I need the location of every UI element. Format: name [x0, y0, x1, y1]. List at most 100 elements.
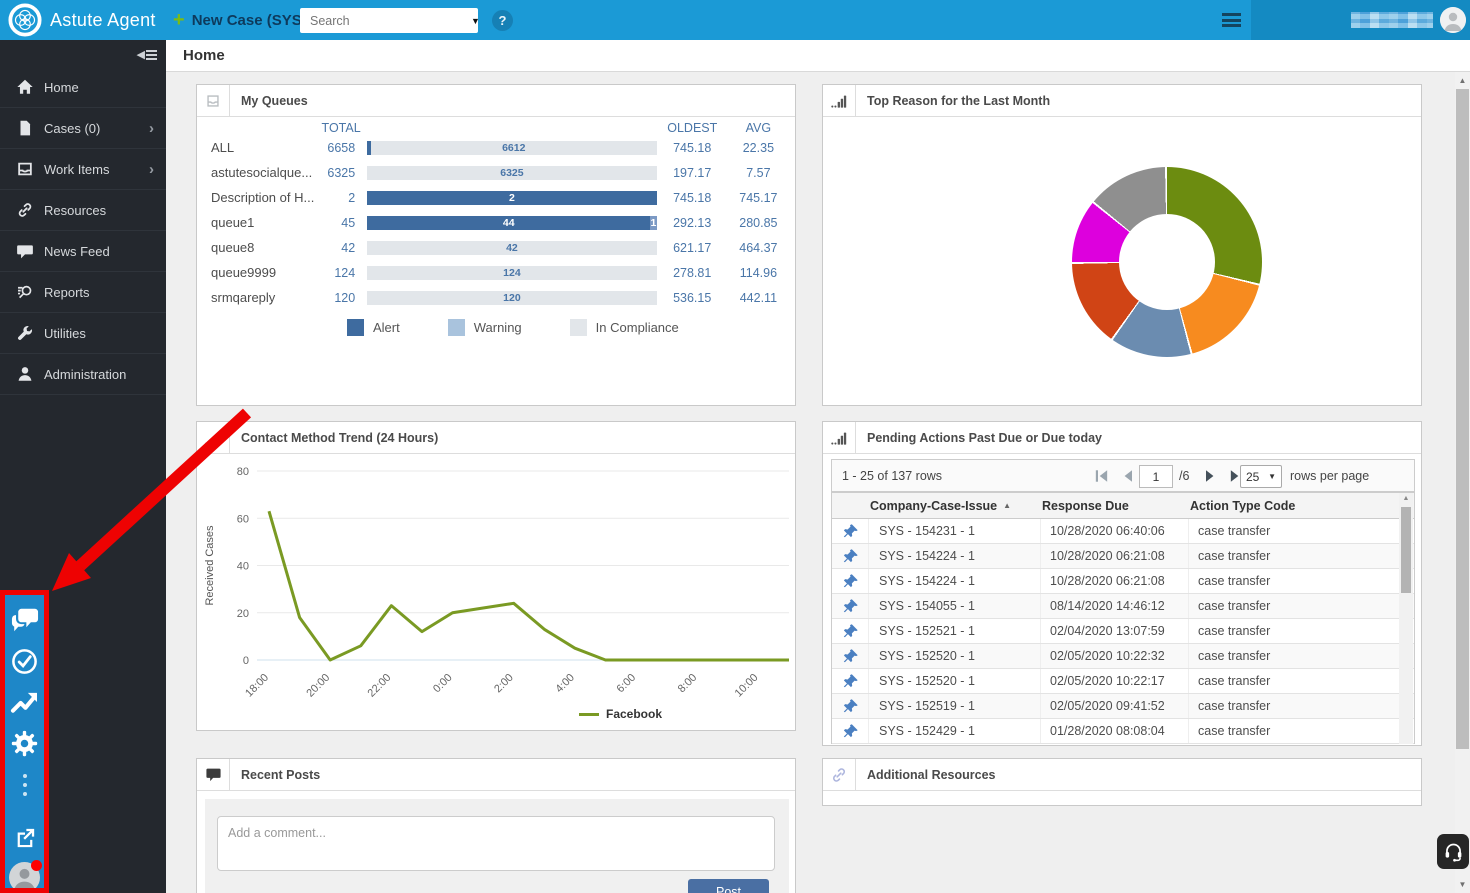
- home-icon: [16, 78, 34, 96]
- rows-per-page-select[interactable]: 25 ▼: [1240, 465, 1282, 488]
- sidebar-item-news-feed[interactable]: News Feed: [0, 231, 166, 272]
- pending-table: SYS - 154231 - 110/28/2020 06:40:06case …: [831, 519, 1415, 744]
- table-row[interactable]: SYS - 152521 - 102/04/2020 13:07:59case …: [832, 619, 1414, 644]
- queue-row[interactable]: queue84242621.17464.37: [211, 235, 789, 260]
- scroll-up-icon[interactable]: ▲: [1399, 495, 1413, 502]
- cell-response-due: 01/28/2020 08:08:04: [1041, 719, 1189, 743]
- column-action-type-code[interactable]: Action Type Code: [1190, 499, 1414, 513]
- pushpin-icon[interactable]: [832, 619, 869, 643]
- help-icon[interactable]: ?: [492, 10, 513, 31]
- queue-row[interactable]: Description of H...22745.18745.17: [211, 185, 789, 210]
- queue-row[interactable]: ALL66586612745.1822.35: [211, 135, 789, 160]
- pushpin-icon[interactable]: [832, 544, 869, 568]
- pending-actions-panel: Pending Actions Past Due or Due today 1 …: [822, 421, 1422, 746]
- table-row[interactable]: SYS - 154224 - 110/28/2020 06:21:08case …: [832, 569, 1414, 594]
- cell-response-due: 08/14/2020 14:46:12: [1041, 594, 1189, 618]
- recent-posts-header: Recent Posts: [197, 759, 795, 791]
- queue-row[interactable]: queue145441292.13280.85: [211, 210, 789, 235]
- sidebar-item-home[interactable]: Home: [0, 67, 166, 108]
- pushpin-icon[interactable]: [832, 519, 869, 543]
- app-window: Astute Agent + New Case (SYS) ▼ ▼ ? Home…: [0, 0, 1470, 893]
- queue-bar: 42: [367, 241, 656, 255]
- queue-oldest: 745.18: [657, 191, 728, 205]
- sidebar-item-administration[interactable]: Administration: [0, 354, 166, 395]
- table-row[interactable]: SYS - 154224 - 110/28/2020 06:21:08case …: [832, 544, 1414, 569]
- sidebar-item-cases-0[interactable]: Cases (0)›: [0, 108, 166, 149]
- svg-text:10:00: 10:00: [733, 672, 761, 700]
- table-row[interactable]: SYS - 154231 - 110/28/2020 06:40:06case …: [832, 519, 1414, 544]
- sidebar-collapse-icon[interactable]: ◀: [137, 48, 157, 61]
- queue-row[interactable]: queue9999124124278.81114.96: [211, 260, 789, 285]
- sidebar-item-work-items[interactable]: Work Items›: [0, 149, 166, 190]
- scroll-up-icon[interactable]: ▲: [1455, 76, 1470, 85]
- queue-row[interactable]: astutesocialque...63256325197.177.57: [211, 160, 789, 185]
- table-row[interactable]: SYS - 152520 - 102/05/2020 10:22:32case …: [832, 644, 1414, 669]
- pushpin-icon[interactable]: [832, 644, 869, 668]
- cell-response-due: 02/05/2020 10:22:32: [1041, 644, 1189, 668]
- queue-row[interactable]: srmqareply120120536.15442.11: [211, 285, 789, 310]
- panel-title: Recent Posts: [230, 768, 320, 782]
- external-link-icon[interactable]: [14, 822, 36, 853]
- cell-response-due: 10/28/2020 06:40:06: [1041, 519, 1189, 543]
- col-avg: AVG: [728, 121, 789, 135]
- search-input[interactable]: [300, 14, 471, 28]
- astute-logo-icon: [8, 3, 42, 37]
- cell-response-due: 02/05/2020 09:41:52: [1041, 694, 1189, 718]
- table-row[interactable]: SYS - 154055 - 108/14/2020 14:46:12case …: [832, 594, 1414, 619]
- more-options-ellipsis-icon[interactable]: [23, 769, 27, 800]
- quick-access-toolbar: [4, 595, 45, 893]
- gear-icon[interactable]: [10, 728, 39, 759]
- legend-swatch: [570, 319, 587, 336]
- table-row[interactable]: SYS - 152519 - 102/05/2020 09:41:52case …: [832, 694, 1414, 719]
- user-avatar[interactable]: [1440, 7, 1466, 33]
- queue-oldest: 278.81: [657, 266, 728, 280]
- queue-bar-segment-alert: 44: [367, 216, 650, 230]
- trending-up-icon[interactable]: [10, 687, 39, 718]
- pushpin-icon[interactable]: [832, 694, 869, 718]
- donut-chart[interactable]: [1072, 167, 1262, 357]
- column-company-case-issue[interactable]: Company-Case-Issue▲: [870, 499, 1042, 513]
- pushpin-icon[interactable]: [832, 569, 869, 593]
- cell-action-type-code: case transfer: [1189, 674, 1414, 688]
- table-scrollbar-thumb[interactable]: [1401, 507, 1411, 593]
- comment-textarea[interactable]: [217, 816, 775, 871]
- toolbar-avatar[interactable]: [9, 862, 40, 893]
- queue-avg: 442.11: [728, 291, 789, 305]
- table-row[interactable]: SYS - 152429 - 101/28/2020 08:08:04case …: [832, 719, 1414, 744]
- page-scrollbar[interactable]: ▲ ▼: [1455, 72, 1470, 893]
- panel-title: Additional Resources: [856, 768, 996, 782]
- pushpin-icon[interactable]: [832, 719, 869, 743]
- contact-trend-header: Contact Method Trend (24 Hours): [197, 422, 795, 454]
- page-scrollbar-thumb[interactable]: [1456, 89, 1469, 749]
- search-dropdown-caret-icon[interactable]: ▼: [471, 16, 480, 26]
- top-bar-user-section: [1251, 0, 1470, 40]
- page-number-input[interactable]: [1139, 465, 1173, 488]
- work-items-icon: [16, 160, 34, 178]
- scroll-down-icon[interactable]: ▼: [1455, 880, 1470, 889]
- cell-company-case-issue: SYS - 152520 - 1: [869, 644, 1041, 668]
- sidebar-item-reports[interactable]: Reports: [0, 272, 166, 313]
- clock-check-icon[interactable]: [10, 646, 39, 677]
- cell-response-due: 10/28/2020 06:21:08: [1041, 569, 1189, 593]
- table-row[interactable]: SYS - 152520 - 102/05/2020 10:22:17case …: [832, 669, 1414, 694]
- queue-name: queue8: [211, 240, 322, 255]
- chat-bubbles-icon[interactable]: [9, 605, 41, 636]
- first-page-button[interactable]: [1094, 468, 1112, 484]
- previous-page-button[interactable]: [1120, 468, 1138, 484]
- column-response-due[interactable]: Response Due: [1042, 499, 1190, 513]
- post-button[interactable]: Post: [688, 879, 769, 893]
- sidebar-item-resources[interactable]: Resources: [0, 190, 166, 231]
- next-page-button[interactable]: [1202, 468, 1220, 484]
- panel-title: My Queues: [230, 94, 308, 108]
- pending-table-header: Company-Case-Issue▲ Response Due Action …: [831, 492, 1415, 519]
- pushpin-icon[interactable]: [832, 594, 869, 618]
- cell-company-case-issue: SYS - 152520 - 1: [869, 669, 1041, 693]
- sidebar-item-label: Home: [44, 80, 79, 95]
- utilities-icon: [16, 324, 34, 342]
- svg-text:18:00: 18:00: [243, 672, 271, 700]
- pushpin-icon[interactable]: [832, 669, 869, 693]
- headset-support-button[interactable]: [1437, 834, 1469, 869]
- table-scrollbar[interactable]: ▲: [1399, 493, 1413, 744]
- hamburger-menu-icon[interactable]: [1222, 13, 1241, 27]
- sidebar-item-utilities[interactable]: Utilities: [0, 313, 166, 354]
